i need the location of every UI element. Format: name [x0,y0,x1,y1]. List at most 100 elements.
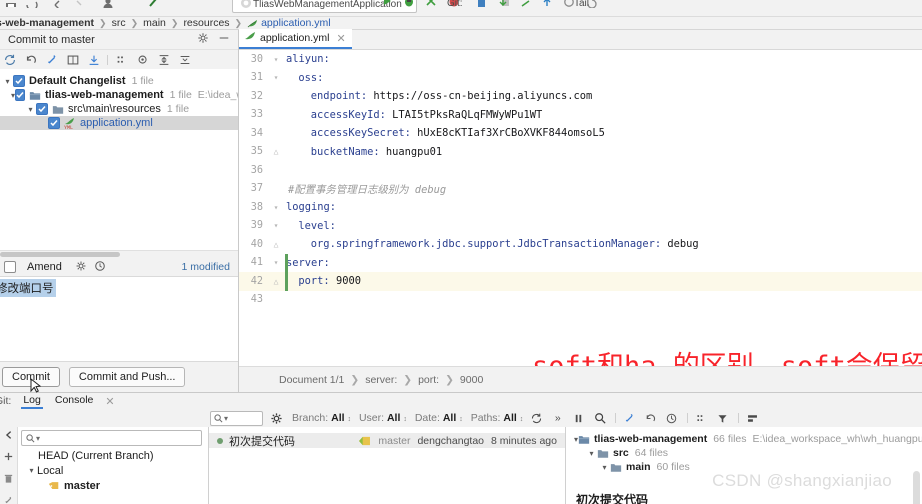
commit-history-clock-icon[interactable] [94,260,106,275]
chevron-down-icon[interactable]: ▾ [26,465,37,476]
debug-icon[interactable] [402,0,416,8]
refresh-icon[interactable] [529,411,544,426]
branch-filter-input[interactable]: ▾ [21,430,202,446]
breadcrumb-resources[interactable]: resources [183,17,229,29]
amend-checkbox[interactable] [4,261,16,273]
folder-row[interactable]: ▾ src\main\resources 1 file [0,102,238,116]
chevron-down-icon[interactable]: ▾ [599,462,610,473]
run-with-coverage-icon[interactable] [424,0,438,8]
search-icon[interactable] [592,411,607,426]
changed-file-row[interactable]: ▾ src 64 files [566,446,922,460]
pause-icon[interactable] [571,411,586,426]
sync-icon[interactable] [24,0,38,8]
filter-paths[interactable]: Paths: All ↕ [471,412,524,424]
changelist-row[interactable]: ▾ Default Changelist 1 file [0,74,238,88]
commit-changed-files-panel[interactable]: ▾ tlias-web-management 66 files E:\idea_… [566,427,922,504]
minimize-icon[interactable] [218,32,230,47]
shelve-icon[interactable] [3,495,14,504]
git-branch-icon[interactable] [518,0,532,8]
back-arrow-icon[interactable] [50,0,64,8]
modified-line-marker[interactable] [285,254,288,273]
breadcrumb-src[interactable]: src [112,17,126,29]
close-icon[interactable]: ✕ [105,395,114,408]
layout-icon[interactable] [745,411,760,426]
chevron-down-icon[interactable]: ▾ [25,104,36,115]
add-icon[interactable] [3,451,14,465]
log-search-input[interactable]: ▾ [210,411,263,426]
git-pull-icon[interactable] [496,0,510,8]
branch-group-local[interactable]: ▾ Local [18,463,208,478]
fold-marker-icon[interactable]: △ [266,277,286,286]
chevron-down-icon[interactable]: ▾ [2,76,13,87]
branch-row-head[interactable]: HEAD (Current Branch) [18,448,208,463]
breadcrumb-project[interactable]: s-web-management [0,17,94,29]
fold-marker-icon[interactable]: ▾ [266,55,286,64]
changed-file-row[interactable]: ▾ tlias-web-management 66 files E:\idea_… [566,432,922,446]
git-log-toolbar[interactable]: ▾ Branch: All ↕ User: All ↕ Date: All ↕ … [0,409,922,427]
refresh-icon[interactable] [2,52,17,67]
shelve-icon[interactable] [622,411,637,426]
forward-arrow-icon[interactable] [72,0,86,8]
tab-console[interactable]: Console [53,393,96,409]
gear-icon[interactable] [269,411,284,426]
branch-row-master[interactable]: master [18,478,208,493]
checkbox-checked[interactable] [15,89,25,101]
collapse-all-icon[interactable] [177,52,192,67]
amend-row[interactable]: Amend 1 modified [0,258,238,276]
status-node-value[interactable]: 9000 [460,374,483,386]
commits-list[interactable]: 初次提交代码 master dengchangtao 8 minutes ago [209,427,566,504]
commit-options-gear-icon[interactable] [75,260,87,275]
expand-all-icon[interactable] [156,52,171,67]
files-vertical-scrollbar[interactable] [913,471,920,504]
fold-marker-icon[interactable]: △ [266,147,286,156]
collapse-left-icon[interactable] [4,430,14,443]
preview-eye-icon[interactable] [135,52,150,67]
history-clock-icon[interactable] [664,411,679,426]
status-node-port[interactable]: port: [418,374,439,386]
changelist-horizontal-scrollbar[interactable] [0,250,238,258]
profile-icon[interactable] [102,0,116,8]
commit-message-input[interactable]: 修改端口号 [0,276,238,362]
group-by-icon[interactable] [114,52,129,67]
modified-line-marker[interactable] [285,272,288,291]
commit-and-push-button[interactable]: Commit and Push... [69,367,186,387]
fold-marker-icon[interactable]: ▾ [266,73,286,82]
breadcrumb-main[interactable]: main [143,17,166,29]
revert-icon[interactable] [643,411,658,426]
breadcrumb-file[interactable]: application.yml [261,17,330,29]
module-row[interactable]: ▾ tlias-web-management 1 file E:\idea_wo… [0,88,238,102]
breadcrumb[interactable]: s-web-management ❯ src ❯ main ❯ resource… [0,17,922,30]
git-tool-window-tabs[interactable]: Git: Log Console ✕ [0,393,922,409]
filter-funnel-icon[interactable] [715,411,730,426]
commit-row[interactable]: 初次提交代码 master dengchangtao 8 minutes ago [209,433,565,448]
filter-branch[interactable]: Branch: All ↕ [292,412,351,424]
editor-breadcrumb-status[interactable]: Document 1/1 ❯ server: ❯ port: ❯ 9000 [239,366,922,392]
editor-tabbar[interactable]: application.yml ✕ [239,30,922,50]
editor-vertical-scrollbar[interactable] [915,49,922,367]
changelist-tree[interactable]: ▾ Default Changelist 1 file ▾ tlias-web-… [0,69,238,250]
fold-marker-icon[interactable]: ▾ [266,203,286,212]
diff-window-icon[interactable] [65,52,80,67]
editor-tab-application-yml[interactable]: application.yml ✕ [239,29,352,49]
group-by-icon[interactable] [694,411,709,426]
checkbox-checked[interactable] [48,117,60,129]
checkbox-checked[interactable] [36,103,48,115]
run-icon[interactable] [380,0,394,8]
checkbox-checked[interactable] [13,75,25,87]
fold-marker-icon[interactable]: ▾ [266,258,286,267]
git-log-side-actions[interactable] [0,427,18,504]
git-commit-icon[interactable] [474,0,488,8]
wrench-icon[interactable] [146,0,160,8]
git-push-icon[interactable] [540,0,554,8]
fold-marker-icon[interactable]: △ [266,240,286,249]
filter-date[interactable]: Date: All ↕ [415,412,463,424]
save-all-icon[interactable] [4,0,18,8]
rollback-icon[interactable] [23,52,38,67]
shelve-icon[interactable] [44,52,59,67]
gear-icon[interactable] [197,32,209,47]
delete-icon[interactable] [3,473,14,487]
commit-panel-toolbar[interactable] [0,50,238,69]
chevron-down-icon[interactable]: ▾ [586,448,597,459]
ide-main-toolbar[interactable]: TliasWebManagementApplication Git: Tail [0,0,922,17]
file-row[interactable]: YML application.yml [0,116,238,130]
